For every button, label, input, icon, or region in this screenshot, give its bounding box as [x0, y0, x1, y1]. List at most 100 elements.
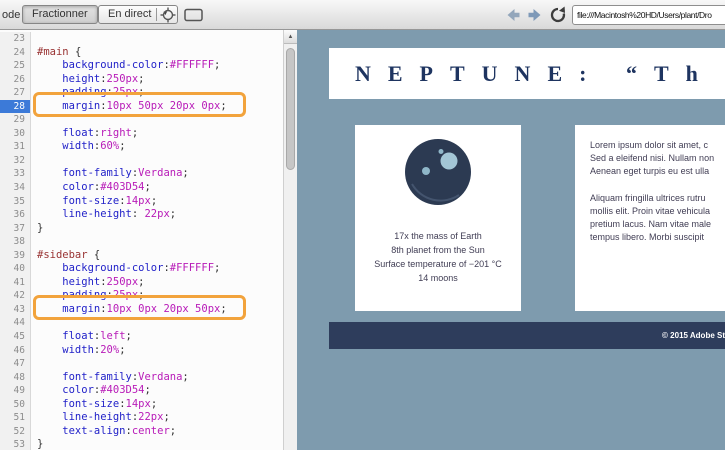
live-preview-panel[interactable]: NEPTUNE: “Th 17x the mass of Earth 8th pl… — [297, 30, 725, 450]
planet-facts-list: 17x the mass of Earth 8th planet from the… — [355, 229, 521, 285]
code-line[interactable]: 32 — [0, 153, 283, 168]
line-number[interactable]: 23 — [0, 32, 31, 46]
scroll-up-button[interactable]: ▲ — [284, 30, 297, 44]
line-number[interactable]: 30 — [0, 126, 31, 141]
code-line[interactable]: 31 width:60%; — [0, 140, 283, 154]
code-line[interactable]: 29 — [0, 113, 283, 127]
active-line-number[interactable]: 28 — [0, 99, 31, 114]
code-line[interactable]: 42 padding:25px; — [0, 289, 283, 303]
code-line[interactable]: 43 margin:10px 0px 20px 50px; — [0, 302, 283, 317]
neptune-planet-illustration — [405, 139, 471, 205]
lorem-paragraph-1: Lorem ipsum dolor sit amet, c Sed a eleif… — [590, 139, 725, 179]
line-number[interactable]: 45 — [0, 330, 31, 344]
code-text: padding:25px; — [37, 289, 145, 302]
line-number[interactable]: 31 — [0, 140, 31, 154]
inspect-crosshair-icon[interactable] — [160, 7, 176, 28]
code-line[interactable]: 50 font-size:14px; — [0, 397, 283, 412]
code-line[interactable]: 25 background-color:#FFFFFF; — [0, 59, 283, 73]
line-number[interactable]: 46 — [0, 343, 31, 358]
code-text: float:right; — [37, 126, 139, 139]
split-view-button[interactable]: Fractionner — [22, 5, 98, 24]
line-number[interactable]: 44 — [0, 316, 31, 331]
code-text: margin:10px 0px 20px 50px; — [37, 302, 227, 315]
line-number[interactable]: 34 — [0, 181, 31, 195]
code-line[interactable]: 47 — [0, 357, 283, 371]
code-line[interactable]: 38 — [0, 235, 283, 249]
code-line[interactable]: 33 font-family:Verdana; — [0, 167, 283, 182]
line-number[interactable]: 37 — [0, 221, 31, 236]
line-number[interactable]: 24 — [0, 45, 31, 60]
code-editor[interactable]: 23 24 #main {25 background-color:#FFFFFF; 2… — [0, 30, 283, 450]
refresh-button[interactable] — [549, 6, 567, 28]
code-line[interactable]: 41 height:250px; — [0, 275, 283, 290]
preview-main-card: Lorem ipsum dolor sit amet, c Sed a eleif… — [575, 125, 725, 311]
line-number[interactable]: 42 — [0, 289, 31, 303]
line-number[interactable]: 35 — [0, 194, 31, 209]
code-line[interactable]: 27 padding:25px; — [0, 86, 283, 100]
line-number[interactable]: 33 — [0, 167, 31, 182]
code-line[interactable]: 37} — [0, 221, 283, 236]
code-text: height:250px; — [37, 275, 145, 288]
url-field[interactable] — [572, 5, 725, 25]
lorem-paragraph-2: Aliquam fringilla ultrices rutru mollis e… — [590, 192, 725, 245]
line-number[interactable]: 32 — [0, 153, 31, 168]
code-line[interactable]: 48 font-family:Verdana; — [0, 370, 283, 385]
line-number[interactable]: 50 — [0, 397, 31, 412]
code-line[interactable]: 24 #main { — [0, 45, 283, 60]
planet-fact-line: Surface temperature of −201 °C — [374, 259, 502, 269]
code-view-button[interactable]: ode — [2, 9, 20, 21]
code-text: height:250px; — [37, 72, 145, 85]
line-number[interactable]: 43 — [0, 302, 31, 317]
preview-sidebar-card: 17x the mass of Earth 8th planet from the… — [355, 125, 521, 311]
line-number[interactable]: 49 — [0, 384, 31, 398]
scrollbar-thumb[interactable] — [286, 48, 295, 170]
line-number[interactable]: 52 — [0, 424, 31, 439]
forward-button[interactable] — [527, 8, 543, 27]
code-line[interactable]: 52 text-align:center; — [0, 424, 283, 439]
line-number[interactable]: 47 — [0, 357, 31, 371]
line-number[interactable]: 29 — [0, 113, 31, 127]
line-number[interactable]: 25 — [0, 59, 31, 73]
code-text: } — [37, 221, 44, 234]
back-button[interactable] — [505, 8, 521, 27]
line-number[interactable]: 38 — [0, 235, 31, 249]
preview-page-header: NEPTUNE: “Th — [329, 48, 725, 99]
line-number[interactable]: 48 — [0, 370, 31, 385]
code-line[interactable]: 35 font-size:14px; — [0, 194, 283, 209]
code-lines: 23 24 #main {25 background-color:#FFFFFF; 2… — [0, 32, 283, 450]
code-line[interactable]: 23 — [0, 32, 283, 46]
code-line[interactable]: 45 float:left; — [0, 330, 283, 344]
code-line[interactable]: 46 width:20%; — [0, 343, 283, 358]
line-number[interactable]: 36 — [0, 208, 31, 222]
editor-scrollbar[interactable]: ▲ — [283, 30, 297, 450]
paragraph-line: Lorem ipsum dolor sit amet, c — [590, 140, 709, 150]
line-number[interactable]: 39 — [0, 248, 31, 263]
live-view-label: En direct — [108, 8, 152, 20]
paragraph-line: Aenean eget turpis eu est ulla — [590, 166, 710, 177]
code-line[interactable]: 44 — [0, 316, 283, 331]
code-text: margin:10px 50px 20px 0px; — [37, 99, 227, 112]
code-line[interactable]: 30 float:right; — [0, 126, 283, 141]
line-number[interactable]: 53 — [0, 438, 31, 450]
code-line[interactable]: 53} — [0, 438, 283, 450]
code-text: color:#403D54; — [37, 384, 151, 397]
line-number[interactable]: 51 — [0, 411, 31, 425]
device-preview-icon[interactable] — [184, 8, 204, 28]
code-line[interactable]: 36 line-height: 22px; — [0, 208, 283, 222]
code-line[interactable]: 49 color:#403D54; — [0, 384, 283, 398]
code-line[interactable]: 28 margin:10px 50px 20px 0px; — [0, 99, 283, 114]
code-line[interactable]: 26 height:250px; — [0, 72, 283, 87]
code-text: padding:25px; — [37, 86, 145, 99]
code-line[interactable]: 34 color:#403D54; — [0, 181, 283, 195]
line-number[interactable]: 40 — [0, 262, 31, 276]
code-text: line-height: 22px; — [37, 208, 177, 221]
code-text: font-size:14px; — [37, 397, 158, 410]
code-line[interactable]: 40 background-color:#FFFFFF; — [0, 262, 283, 276]
forward-arrow-icon — [528, 9, 541, 21]
line-number[interactable]: 26 — [0, 72, 31, 87]
code-line[interactable]: 39 #sidebar { — [0, 248, 283, 263]
line-number[interactable]: 41 — [0, 275, 31, 290]
line-number[interactable]: 27 — [0, 86, 31, 100]
code-line[interactable]: 51 line-height:22px; — [0, 411, 283, 425]
